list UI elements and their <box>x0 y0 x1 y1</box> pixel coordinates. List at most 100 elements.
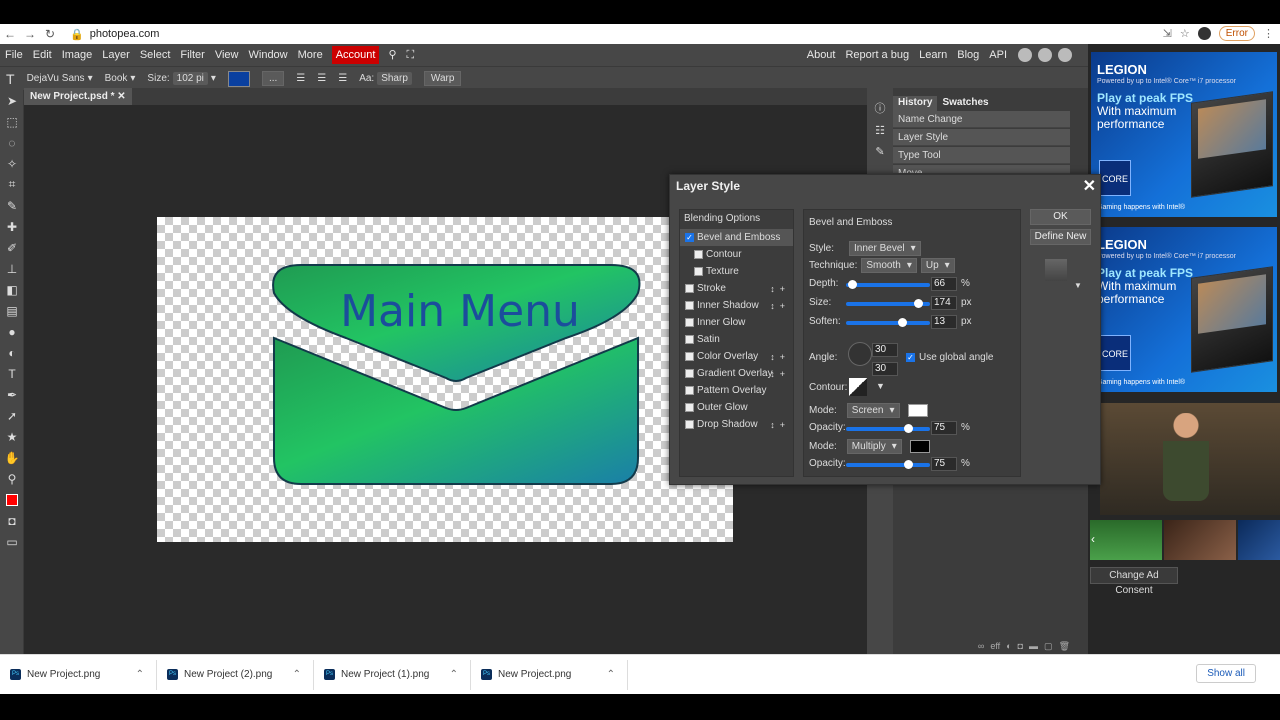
healing-brush-icon[interactable]: ✚ <box>0 216 24 237</box>
effect-item[interactable]: Gradient Overlay ↕+ <box>680 365 793 382</box>
menu-api[interactable]: API <box>984 44 1012 66</box>
soften-input[interactable]: 13 <box>931 315 957 329</box>
new-layer-icon[interactable]: ▢ <box>1044 641 1053 652</box>
mask-icon[interactable]: ◘ <box>1018 641 1023 651</box>
soften-slider[interactable] <box>846 318 930 327</box>
download-item[interactable]: Ps New Project.png ⌃ <box>471 659 628 690</box>
marquee-tool-icon[interactable]: ⬚ <box>0 111 24 132</box>
shadow-opacity-slider[interactable] <box>846 460 930 469</box>
effect-checkbox[interactable] <box>685 420 694 429</box>
show-all-button[interactable]: Show all <box>1196 664 1256 683</box>
close-icon[interactable]: ✕ <box>1083 176 1096 196</box>
tab-swatches[interactable]: Swatches <box>937 96 993 111</box>
profile-icon[interactable] <box>1197 27 1211 40</box>
folder-icon[interactable]: ▬ <box>1029 641 1038 651</box>
effect-item[interactable]: Pattern Overlay <box>680 382 793 399</box>
magic-wand-icon[interactable]: ✧ <box>0 153 24 174</box>
menu-about[interactable]: About <box>802 44 841 66</box>
effect-item[interactable]: ✓ Bevel and Emboss <box>680 229 793 246</box>
define-new-button[interactable]: Define New <box>1030 229 1091 245</box>
reload-icon[interactable]: ↻ <box>40 27 60 41</box>
effect-checkbox[interactable]: ✓ <box>685 233 694 242</box>
quick-mask-icon[interactable]: ◘ <box>0 510 24 531</box>
type-tool-icon[interactable]: T <box>0 363 24 384</box>
fx-icon[interactable]: eff <box>990 641 1000 651</box>
effect-item[interactable]: Drop Shadow ↕+ <box>680 416 793 433</box>
contour-preview[interactable] <box>849 378 867 396</box>
highlight-opacity-slider[interactable] <box>846 424 930 433</box>
menu-file[interactable]: File <box>0 44 28 66</box>
menu-select[interactable]: Select <box>135 44 176 66</box>
blur-tool-icon[interactable]: ● <box>0 321 24 342</box>
menu-image[interactable]: Image <box>57 44 98 66</box>
back-icon[interactable]: ← <box>0 27 20 41</box>
account-button[interactable]: Account <box>331 46 380 64</box>
menu-filter[interactable]: Filter <box>175 44 209 66</box>
brush-tool-icon[interactable]: ✐ <box>0 237 24 258</box>
history-item[interactable]: Name Change <box>893 111 1070 128</box>
effect-checkbox[interactable] <box>685 301 694 310</box>
menu-more[interactable]: More <box>293 44 328 66</box>
ad-banner[interactable]: LEGION Powered by up to Intel® Core™ i7 … <box>1091 227 1277 392</box>
blending-options[interactable]: Blending Options <box>680 210 793 229</box>
size-input[interactable]: 174 <box>931 296 957 310</box>
font-weight-select[interactable]: Book ▾ <box>99 73 142 84</box>
align-left-icon[interactable]: ☰ <box>290 73 311 84</box>
facebook-icon[interactable] <box>1058 48 1072 62</box>
browser-menu-icon[interactable]: ⋮ <box>1263 27 1274 40</box>
antialias-select[interactable]: Sharp <box>377 72 412 85</box>
effect-checkbox[interactable] <box>694 250 703 259</box>
depth-input[interactable]: 66 <box>931 277 957 291</box>
download-item[interactable]: Ps New Project (2).png ⌃ <box>157 659 314 690</box>
pen-tool-icon[interactable]: ✒ <box>0 384 24 405</box>
effect-add-icon[interactable]: ↕+ <box>770 298 790 315</box>
chevron-down-icon[interactable]: ▼ <box>876 381 885 391</box>
menu-edit[interactable]: Edit <box>28 44 57 66</box>
install-icon[interactable]: ⇲ <box>1163 27 1172 40</box>
effect-add-icon[interactable]: ↕+ <box>770 349 790 366</box>
chevron-up-icon[interactable]: ⌃ <box>293 669 301 680</box>
menu-view[interactable]: View <box>210 44 244 66</box>
effect-item[interactable]: Stroke ↕+ <box>680 280 793 297</box>
align-right-icon[interactable]: ☰ <box>332 73 353 84</box>
menu-layer[interactable]: Layer <box>97 44 135 66</box>
gradient-tool-icon[interactable]: ▤ <box>0 300 24 321</box>
effect-item[interactable]: Outer Glow <box>680 399 793 416</box>
twitter-icon[interactable] <box>1038 48 1052 62</box>
highlight-color-swatch[interactable] <box>907 404 928 417</box>
style-select[interactable]: Inner Bevel ▾ <box>849 241 921 256</box>
shadow-mode-select[interactable]: Multiply ▾ <box>846 439 902 454</box>
menu-report-bug[interactable]: Report a bug <box>840 44 914 66</box>
effect-checkbox[interactable] <box>685 335 694 344</box>
history-item[interactable]: Layer Style <box>893 129 1070 146</box>
lasso-tool-icon[interactable]: ◌ <box>0 132 24 153</box>
link-icon[interactable]: ∞ <box>978 641 984 651</box>
color-swatches[interactable] <box>0 489 24 510</box>
video-thumbnail[interactable] <box>1164 520 1236 560</box>
effect-checkbox[interactable] <box>685 403 694 412</box>
shadow-color-swatch[interactable] <box>909 440 930 453</box>
error-badge[interactable]: Error <box>1218 26 1255 41</box>
download-item[interactable]: Ps New Project (1).png ⌃ <box>314 659 471 690</box>
menu-window[interactable]: Window <box>244 44 293 66</box>
chevron-down-icon[interactable]: ▼ <box>1074 281 1092 290</box>
history-item[interactable]: Type Tool <box>893 147 1070 164</box>
download-item[interactable]: Ps New Project.png ⌃ <box>0 659 157 690</box>
font-size-input[interactable]: 102 pi <box>172 72 208 85</box>
angle-dial[interactable] <box>848 342 872 366</box>
altitude-input[interactable]: 30 <box>872 362 898 376</box>
effect-item[interactable]: Texture <box>680 263 793 280</box>
more-options-button[interactable]: ... <box>261 71 285 86</box>
effect-checkbox[interactable] <box>685 386 694 395</box>
shadow-opacity-input[interactable]: 75 <box>931 457 957 471</box>
effect-add-icon[interactable]: ↕+ <box>770 366 790 383</box>
effect-checkbox[interactable] <box>685 352 694 361</box>
effect-checkbox[interactable] <box>685 284 694 293</box>
effect-item[interactable]: Satin <box>680 331 793 348</box>
reddit-icon[interactable] <box>1018 48 1032 62</box>
effect-item[interactable]: Color Overlay ↕+ <box>680 348 793 365</box>
effect-add-icon[interactable]: ↕+ <box>770 417 790 434</box>
depth-slider[interactable] <box>846 280 930 289</box>
adjustment-icon[interactable]: ◐ <box>1006 641 1011 651</box>
hand-tool-icon[interactable]: ✋ <box>0 447 24 468</box>
